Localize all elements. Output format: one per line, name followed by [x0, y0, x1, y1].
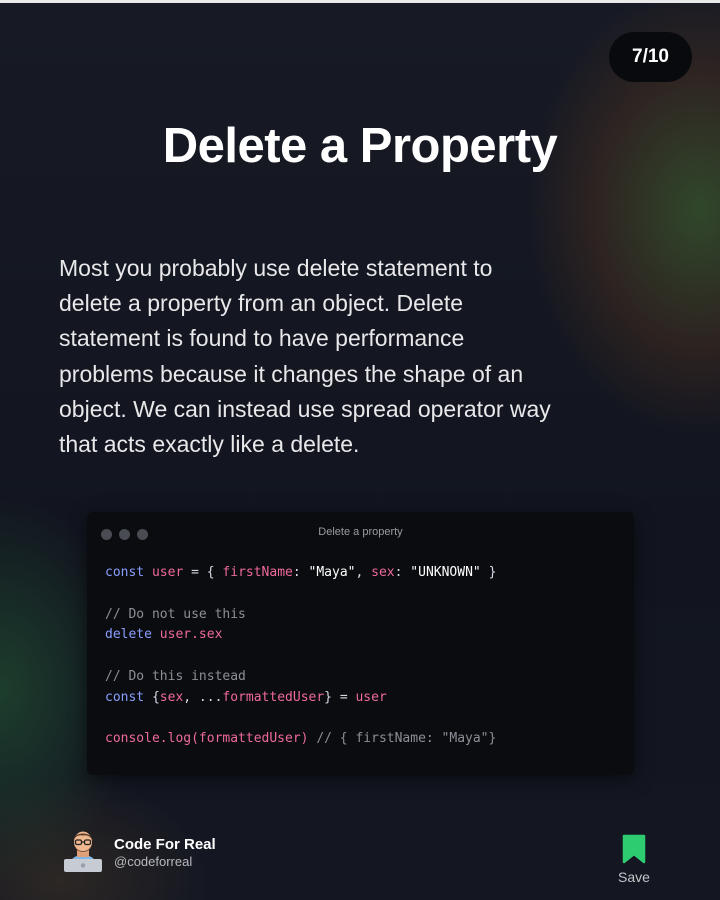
code-operator: : — [292, 565, 309, 580]
code-key: sex — [371, 565, 395, 580]
code-keyword: delete — [105, 627, 152, 643]
code-window-title: Delete a property — [318, 526, 403, 538]
code-string: "UNKNOWN" — [410, 565, 481, 580]
code-variable: user — [151, 565, 184, 580]
code-keyword: const — [105, 689, 145, 705]
slide-title: Delete a Property — [162, 119, 558, 173]
slide-counter: 7/10 — [609, 32, 692, 82]
code-operator: { — [144, 689, 160, 705]
code-comment: // { firstName: "Maya"} — [308, 731, 497, 747]
slide-body: Most you probably use delete statement t… — [59, 251, 659, 462]
code-window: Delete a property const user = { firstNa… — [87, 512, 634, 775]
save-label: Save — [618, 869, 650, 885]
top-divider — [0, 0, 720, 3]
code-keyword: const — [105, 565, 145, 580]
code-block: const user = { firstName: "Maya", sex: "… — [105, 563, 496, 750]
author-handle[interactable]: @codeforreal — [114, 854, 192, 869]
code-operator: = { — [183, 565, 223, 580]
code-variable: console.log(formattedUser) — [105, 731, 309, 747]
code-variable: user — [355, 689, 387, 705]
body-line: object. We can instead use spread operat… — [59, 395, 551, 422]
code-variable: user.sex — [159, 627, 223, 643]
code-string: "Maya" — [308, 565, 356, 580]
save-button[interactable]: Save — [612, 834, 656, 890]
code-operator: } = — [324, 689, 356, 705]
body-line: statement is found to have performance — [59, 325, 465, 352]
code-variable: sex — [159, 689, 184, 705]
body-line: that acts exactly like a delete. — [59, 431, 360, 458]
code-operator: } — [480, 565, 497, 580]
code-operator: , ... — [183, 689, 223, 705]
body-line: Most you probably use delete statement t… — [59, 255, 493, 281]
body-line: delete a property from an object. Delete — [59, 290, 464, 317]
body-line: problems because it changes the shape of… — [59, 360, 524, 387]
code-operator: , — [355, 565, 372, 580]
code-comment: // Do this instead — [105, 668, 246, 684]
code-key: firstName — [222, 565, 293, 580]
code-comment: // Do not use this — [105, 606, 246, 622]
author-name[interactable]: Code For Real — [114, 836, 216, 853]
code-operator: : — [394, 565, 411, 580]
bookmark-icon — [622, 834, 646, 864]
avatar[interactable] — [60, 826, 106, 872]
code-variable: formattedUser — [222, 689, 325, 705]
avatar-illustration — [64, 831, 102, 872]
